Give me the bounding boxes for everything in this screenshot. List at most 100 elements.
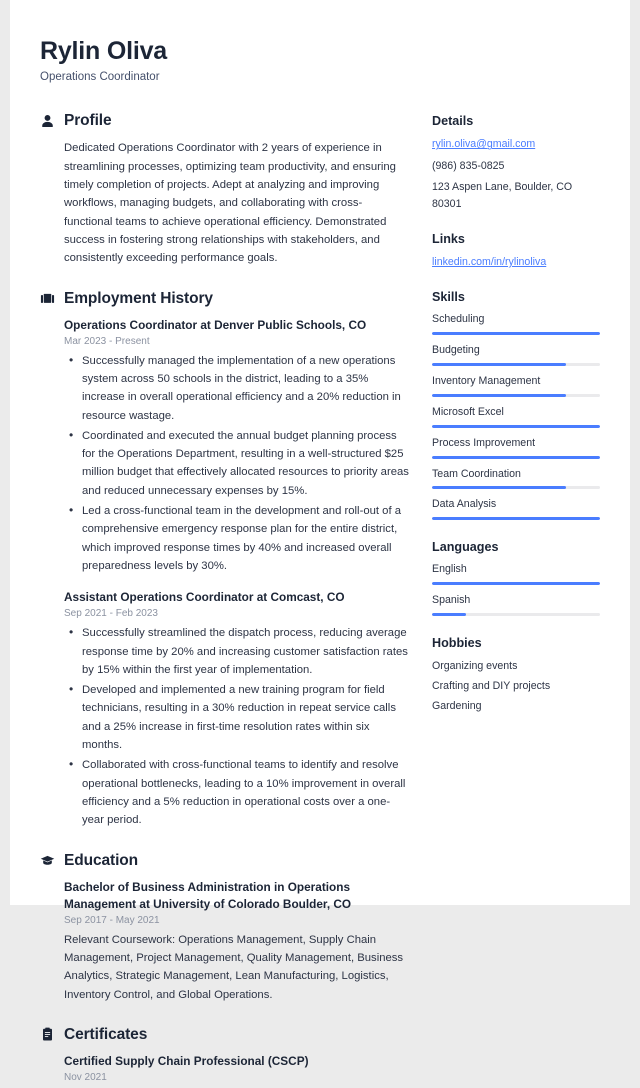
sidebar-details-title: Details xyxy=(432,114,474,129)
briefcase-icon xyxy=(40,291,55,306)
language-bar-fill xyxy=(432,582,600,586)
list-item: Successfully managed the implementation … xyxy=(64,351,410,425)
employment-entry: Operations Coordinator at Denver Public … xyxy=(64,317,410,576)
skill-bar-fill xyxy=(432,363,567,367)
certificate-entry: Certified Supply Chain Professional (CSC… xyxy=(64,1053,410,1083)
education-entry-description: Relevant Coursework: Operations Manageme… xyxy=(64,933,404,1001)
skill-item: Scheduling xyxy=(432,312,600,336)
skill-item: Budgeting xyxy=(432,343,600,367)
language-item: Spanish xyxy=(432,593,600,616)
skill-bar-fill xyxy=(432,486,567,490)
skill-bar-track xyxy=(432,424,600,428)
section-certificates: Certificates Certified Supply Chain Prof… xyxy=(40,1026,410,1083)
sidebar-languages: Languages English Spanish xyxy=(432,540,600,616)
sidebar-skills: Skills Scheduling Budgeting Inventory Ma… xyxy=(432,290,600,521)
candidate-name: Rylin Oliva xyxy=(40,37,168,65)
skill-bar-track xyxy=(432,393,600,397)
employment-entry-bullets: Successfully streamlined the dispatch pr… xyxy=(64,623,410,829)
employment-entry-date: Mar 2023 - Present xyxy=(64,335,150,347)
phone-text: (986) 835-0825 xyxy=(432,159,505,172)
skill-bar-track xyxy=(432,486,600,490)
section-profile-title: Profile xyxy=(64,112,112,130)
skill-bar-fill xyxy=(432,393,567,397)
skill-bar-track xyxy=(432,517,600,521)
language-bar-fill xyxy=(432,612,466,616)
language-item: English xyxy=(432,562,600,586)
skill-item: Process Improvement xyxy=(432,436,600,459)
education-entry-title: Bachelor of Business Administration in O… xyxy=(64,879,352,911)
employment-entry-date: Sep 2021 - Feb 2023 xyxy=(64,608,158,620)
sidebar-skills-title: Skills xyxy=(432,290,465,305)
section-education-title: Education xyxy=(64,851,139,869)
hobby-item: Organizing events xyxy=(432,659,518,672)
sidebar-links-title: Links xyxy=(432,232,465,247)
resume-body: Profile Dedicated Operations Coordinator… xyxy=(10,84,630,1088)
skill-label: Scheduling xyxy=(432,313,485,326)
skill-label: Process Improvement xyxy=(432,436,536,449)
sidebar-details: Details rylin.oliva@gmail.com (986) 835-… xyxy=(432,114,600,212)
section-education-body: Bachelor of Business Administration in O… xyxy=(40,879,410,1004)
resume-header: Rylin Oliva Operations Coordinator xyxy=(10,0,630,84)
skill-bar-track xyxy=(432,332,600,336)
language-bar-track xyxy=(432,612,600,616)
skill-label: Microsoft Excel xyxy=(432,405,504,418)
list-item: Coordinated and executed the annual budg… xyxy=(64,426,410,500)
sidebar: Details rylin.oliva@gmail.com (986) 835-… xyxy=(432,112,600,735)
language-label: Spanish xyxy=(432,594,471,607)
sidebar-hobbies: Hobbies Organizing events Crafting and D… xyxy=(432,636,600,715)
person-icon xyxy=(40,114,55,129)
hobby-item: Crafting and DIY projects xyxy=(432,680,551,693)
hobby-item: Gardening xyxy=(432,700,482,713)
sidebar-languages-title: Languages xyxy=(432,540,499,555)
section-employment-header: Employment History xyxy=(40,290,410,308)
section-certificates-header: Certificates xyxy=(40,1026,410,1044)
main-column: Profile Dedicated Operations Coordinator… xyxy=(40,112,432,1088)
skill-bar-fill xyxy=(432,455,600,459)
profile-text: Dedicated Operations Coordinator with 2 … xyxy=(64,142,396,265)
list-item: Successfully streamlined the dispatch pr… xyxy=(64,623,410,679)
section-certificates-title: Certificates xyxy=(64,1025,148,1043)
section-employment: Employment History Operations Coordinato… xyxy=(40,290,410,830)
language-bar-track xyxy=(432,582,600,586)
skill-bar-fill xyxy=(432,332,600,336)
list-item: Led a cross-functional team in the devel… xyxy=(64,501,410,575)
skill-bar-track xyxy=(432,455,600,459)
skill-label: Budgeting xyxy=(432,344,480,357)
employment-entry: Assistant Operations Coordinator at Comc… xyxy=(64,589,410,829)
section-education: Education Bachelor of Business Administr… xyxy=(40,852,410,1004)
sidebar-hobbies-title: Hobbies xyxy=(432,635,482,650)
skill-item: Inventory Management xyxy=(432,374,600,397)
list-item: Developed and implemented a new training… xyxy=(64,680,410,754)
clipboard-icon xyxy=(40,1027,55,1042)
skill-item: Team Coordination xyxy=(432,467,600,490)
skill-item: Microsoft Excel xyxy=(432,405,600,428)
education-entry-date: Sep 2017 - May 2021 xyxy=(64,914,160,926)
email-link[interactable]: rylin.oliva@gmail.com xyxy=(432,136,600,152)
certificate-entry-date: Nov 2021 xyxy=(64,1072,107,1083)
candidate-job-title: Operations Coordinator xyxy=(40,70,160,83)
section-employment-body: Operations Coordinator at Denver Public … xyxy=(40,317,410,830)
certificate-entry-title: Certified Supply Chain Professional (CSC… xyxy=(64,1053,309,1068)
skill-bar-track xyxy=(432,363,600,367)
section-profile-header: Profile xyxy=(40,112,410,130)
section-profile-body: Dedicated Operations Coordinator with 2 … xyxy=(40,139,410,267)
employment-entry-bullets: Successfully managed the implementation … xyxy=(64,351,410,576)
section-employment-title: Employment History xyxy=(64,289,213,307)
employment-entry-title: Operations Coordinator at Denver Public … xyxy=(64,317,367,332)
section-profile: Profile Dedicated Operations Coordinator… xyxy=(40,112,410,267)
skill-bar-fill xyxy=(432,424,600,428)
skill-label: Team Coordination xyxy=(432,467,521,480)
skill-bar-fill xyxy=(432,517,600,521)
skill-item: Data Analysis xyxy=(432,497,600,521)
employment-entry-title: Assistant Operations Coordinator at Comc… xyxy=(64,590,345,605)
section-education-header: Education xyxy=(40,852,410,870)
section-certificates-body: Certified Supply Chain Professional (CSC… xyxy=(40,1053,410,1083)
skill-label: Inventory Management xyxy=(432,375,541,388)
skill-label: Data Analysis xyxy=(432,498,497,511)
address-text: 123 Aspen Lane, Boulder, CO 80301 xyxy=(432,181,573,210)
linkedin-link[interactable]: linkedin.com/in/rylinoliva xyxy=(432,254,600,270)
list-item: Collaborated with cross-functional teams… xyxy=(64,755,410,829)
resume-page: Rylin Oliva Operations Coordinator Profi… xyxy=(10,0,630,1083)
education-entry: Bachelor of Business Administration in O… xyxy=(64,879,410,1004)
language-label: English xyxy=(432,563,467,576)
